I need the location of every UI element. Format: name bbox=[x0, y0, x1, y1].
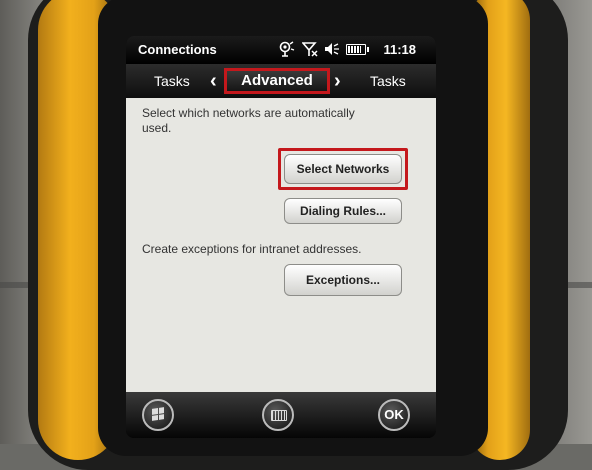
status-icons[interactable] bbox=[278, 41, 369, 57]
tab-strip: Tasks ‹ Advanced › Tasks bbox=[126, 64, 436, 98]
exceptions-description: Create exceptions for intranet addresses… bbox=[142, 242, 362, 256]
battery-icon bbox=[346, 43, 369, 55]
start-button[interactable] bbox=[142, 399, 174, 431]
window-title: Connections bbox=[138, 42, 217, 57]
windows-start-icon bbox=[152, 407, 164, 421]
keyboard-icon bbox=[271, 410, 287, 421]
select-networks-button[interactable]: Select Networks bbox=[284, 154, 402, 184]
no-signal-icon bbox=[302, 42, 318, 57]
tab-tasks-next[interactable]: Tasks bbox=[370, 73, 406, 89]
networks-description: Select which networks are automatically … bbox=[142, 106, 355, 135]
status-bar: Connections 11:18 bbox=[126, 36, 436, 64]
tab-tasks-previous[interactable]: Tasks bbox=[154, 73, 190, 89]
advanced-panel: Select which networks are automatically … bbox=[126, 98, 436, 392]
chevron-right-icon[interactable]: › bbox=[334, 70, 341, 93]
device-screen: Connections 11:18 Tasks ‹ Advanced › Tas… bbox=[126, 36, 436, 438]
volume-mute-icon bbox=[325, 43, 339, 55]
chevron-left-icon[interactable]: ‹ bbox=[210, 70, 217, 93]
clock: 11:18 bbox=[383, 42, 416, 57]
keyboard-button[interactable] bbox=[262, 399, 294, 431]
connectivity-icon bbox=[279, 41, 295, 57]
ok-button[interactable]: OK bbox=[378, 399, 410, 431]
dialing-rules-button[interactable]: Dialing Rules... bbox=[284, 198, 402, 224]
softkey-bar: OK bbox=[126, 392, 436, 438]
exceptions-button[interactable]: Exceptions... bbox=[284, 264, 402, 296]
tab-advanced[interactable]: Advanced bbox=[224, 68, 330, 94]
